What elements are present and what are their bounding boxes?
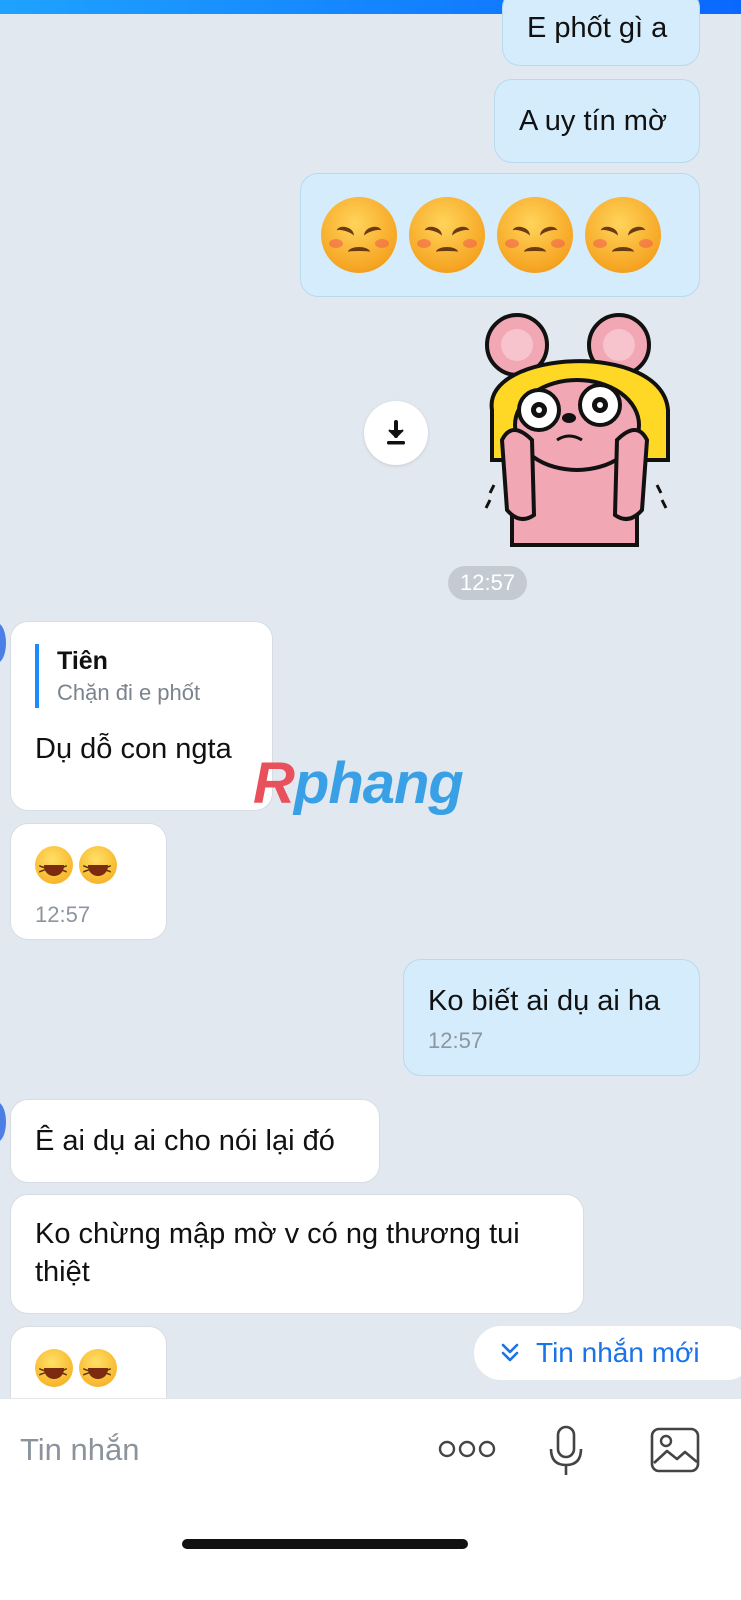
message-text: Ko chừng mập mờ v có ng thương tui thiệt <box>35 1218 520 1288</box>
more-dots-icon[interactable] <box>438 1437 496 1461</box>
angry-face-emoji-icon <box>321 197 397 273</box>
angry-face-emoji-icon <box>409 197 485 273</box>
message-text: Dụ dỗ con ngta <box>35 733 232 765</box>
message-bubble-sent[interactable]: E phốt gì a <box>502 0 700 66</box>
angry-face-emoji-icon <box>497 197 573 273</box>
quoted-message[interactable]: Tiên Chặn đi e phốt <box>35 644 248 708</box>
message-text: E phốt gì a <box>527 12 668 44</box>
quoted-text: Chặn đi e phốt <box>57 680 201 705</box>
laughing-face-emoji-icon <box>79 846 117 889</box>
new-messages-button[interactable]: Tin nhắn mới <box>474 1326 741 1380</box>
timestamp-pill: 12:57 <box>448 566 528 600</box>
laughing-face-emoji-icon <box>35 846 73 889</box>
message-bubble-received[interactable]: Ko chừng mập mờ v có ng thương tui thiệt <box>10 1194 584 1314</box>
emoji-message-bubble[interactable]: 12:57 <box>10 823 167 940</box>
message-input[interactable]: Tin nhắn <box>20 1432 140 1468</box>
message-text: Ê ai dụ ai cho nói lại đó <box>35 1125 335 1157</box>
double-chevron-down-icon <box>501 1343 519 1362</box>
laughing-face-emoji-icon <box>79 1349 117 1392</box>
microphone-icon[interactable] <box>546 1425 586 1477</box>
new-messages-label: Tin nhắn mới <box>536 1337 700 1368</box>
message-time: 12:57 <box>428 1028 484 1053</box>
reply-message-bubble[interactable]: Tiên Chặn đi e phốt Dụ dỗ con ngta <box>10 621 273 811</box>
message-time: 12:57 <box>35 902 91 927</box>
image-icon[interactable] <box>650 1427 700 1473</box>
message-bubble-sent[interactable]: A uy tín mờ <box>494 79 700 163</box>
message-bubble-sent[interactable]: Ko biết ai dụ ai ha 12:57 <box>403 959 700 1076</box>
message-text: Ko biết ai dụ ai ha <box>428 985 661 1017</box>
emoji-message-bubble[interactable] <box>300 173 700 297</box>
sender-avatar[interactable] <box>0 623 6 663</box>
message-text: A uy tín mờ <box>519 105 667 137</box>
message-bubble-received[interactable]: Ê ai dụ ai cho nói lại đó <box>10 1099 380 1183</box>
laughing-face-emoji-icon <box>35 1349 73 1392</box>
angry-face-emoji-icon <box>585 197 661 273</box>
sender-avatar[interactable] <box>0 1102 6 1142</box>
home-indicator <box>182 1539 468 1549</box>
download-icon <box>387 420 405 445</box>
download-sticker-button[interactable] <box>364 401 428 465</box>
watermark-logo: Rphang <box>253 751 464 816</box>
crying-girl-sticker[interactable] <box>472 310 682 550</box>
message-composer: Tin nhắn <box>0 1398 741 1600</box>
quoted-sender-name: Tiên <box>57 647 108 675</box>
